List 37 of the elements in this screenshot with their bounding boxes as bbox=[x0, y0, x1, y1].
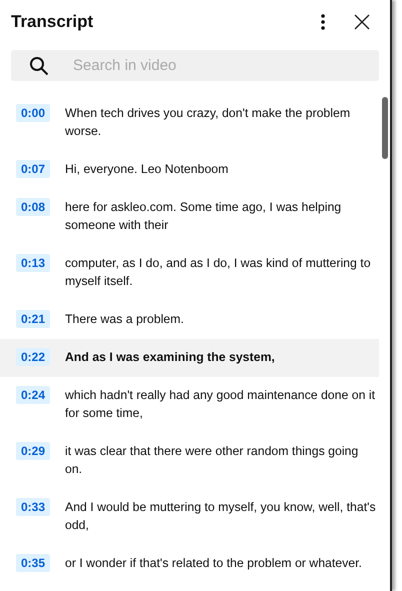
timestamp[interactable]: 0:13 bbox=[16, 254, 50, 272]
segment-text: Hi, everyone. Leo Notenboom bbox=[65, 161, 230, 178]
transcript-segment[interactable]: 0:07 Hi, everyone. Leo Notenboom bbox=[0, 151, 379, 189]
transcript-segment[interactable]: 0:22 And as I was examining the system, bbox=[0, 339, 379, 377]
timestamp[interactable]: 0:24 bbox=[16, 386, 50, 404]
segment-text: And as I was examining the system, bbox=[65, 349, 276, 366]
segment-text: it was clear that there were other random things going on. bbox=[65, 443, 360, 478]
search-icon bbox=[29, 56, 49, 76]
close-icon[interactable] bbox=[354, 14, 370, 30]
timestamp[interactable]: 0:33 bbox=[16, 498, 50, 516]
segment-text: which hadn't really had any good maintenance done on it for some time, bbox=[65, 387, 376, 422]
search-box[interactable]: Search in video bbox=[11, 50, 379, 81]
timestamp[interactable]: 0:22 bbox=[16, 348, 50, 366]
transcript-segment[interactable]: 0:21 There was a problem. bbox=[0, 301, 379, 339]
timestamp[interactable]: 0:07 bbox=[16, 160, 50, 178]
more-options-icon[interactable] bbox=[320, 13, 326, 31]
timestamp[interactable]: 0:29 bbox=[16, 442, 50, 460]
transcript-segment[interactable]: 0:33 And I would be muttering to myself, you know, well, that's odd, bbox=[0, 489, 379, 545]
search-field[interactable]: Search in video bbox=[71, 56, 335, 75]
segment-text: or I wonder if that's related to the problem or whatever. bbox=[65, 555, 363, 572]
segment-text: And I would be muttering to myself, you know, well, that's odd, bbox=[65, 499, 377, 534]
timestamp[interactable]: 0:21 bbox=[16, 310, 50, 328]
segment-text: here for askleo.com. Some time ago, I was helping someone with their bbox=[65, 199, 342, 234]
transcript-segment[interactable]: 0:29 it was clear that there were other random things going on. bbox=[0, 433, 379, 489]
segment-text: There was a problem. bbox=[65, 311, 185, 328]
panel-title: Transcript bbox=[11, 12, 94, 32]
transcript-segment[interactable]: 0:24 which hadn't really had any good maintenance done on it for some time, bbox=[0, 377, 379, 433]
transcript-segment[interactable]: 0:08 here for askleo.com. Some time ago, I was helping someone with their bbox=[0, 189, 379, 245]
timestamp[interactable]: 0:08 bbox=[16, 198, 50, 216]
segment-text: When tech drives you crazy, don't make the problem worse. bbox=[65, 105, 352, 140]
timestamp[interactable]: 0:00 bbox=[16, 104, 50, 122]
segment-text: computer, as I do, and as I do, I was kind of muttering to myself itself. bbox=[65, 255, 372, 290]
transcript-segment[interactable]: 0:35 or I wonder if that's related to the problem or whatever. bbox=[0, 545, 379, 583]
transcript-segment[interactable]: 0:00 When tech drives you crazy, don't make the problem worse. bbox=[0, 95, 379, 151]
transcript-segment[interactable]: 0:13 computer, as I do, and as I do, I was kind of muttering to myself itself. bbox=[0, 245, 379, 301]
timestamp[interactable]: 0:35 bbox=[16, 554, 50, 572]
scrollbar-thumb[interactable] bbox=[382, 97, 388, 159]
